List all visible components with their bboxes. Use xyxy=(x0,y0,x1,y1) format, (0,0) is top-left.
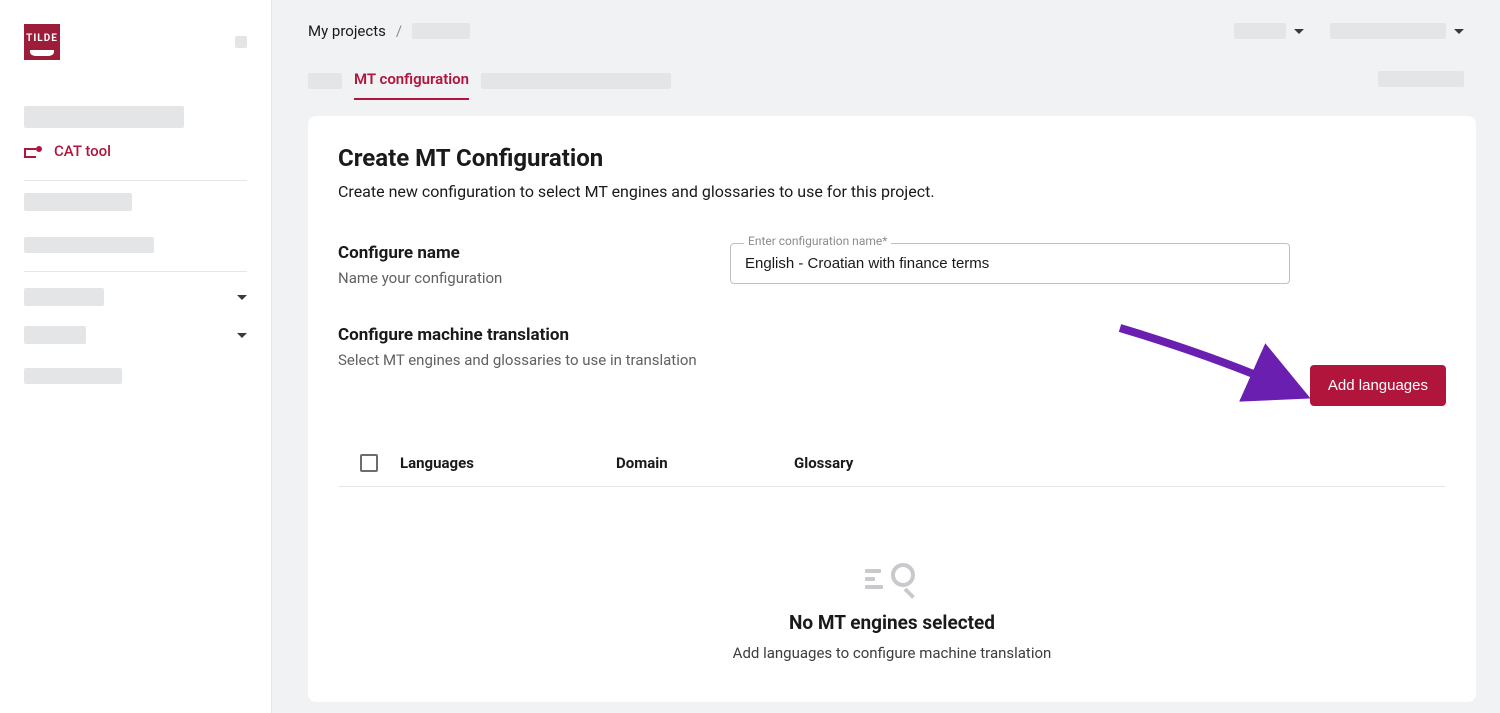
config-card: Create MT Configuration Create new confi… xyxy=(308,116,1476,702)
config-name-input[interactable] xyxy=(730,243,1290,284)
tabs: MT configuration xyxy=(272,40,1500,100)
configure-name-help: Name your configuration xyxy=(338,269,698,287)
sidebar-placeholder xyxy=(24,368,122,384)
main: My projects / MT configuration Create MT… xyxy=(272,0,1500,713)
th-glossary: Glossary xyxy=(794,454,1442,472)
tab-action-placeholder[interactable] xyxy=(1378,71,1464,87)
tab-placeholder[interactable] xyxy=(308,73,342,89)
th-domain: Domain xyxy=(616,454,794,472)
top-dropdown-1[interactable] xyxy=(1234,23,1304,39)
chevron-down-icon xyxy=(1294,29,1304,34)
sidebar-divider xyxy=(24,180,247,181)
breadcrumb-current-placeholder xyxy=(412,23,470,39)
mt-table-header: Languages Domain Glossary xyxy=(338,454,1446,487)
sidebar: TILDE CAT tool xyxy=(0,0,272,713)
sidebar-placeholder xyxy=(24,193,132,211)
chevron-down-icon xyxy=(1454,29,1464,34)
app-logo: TILDE xyxy=(24,24,60,60)
empty-search-icon xyxy=(865,563,919,601)
top-dropdown-2[interactable] xyxy=(1330,23,1464,39)
breadcrumb-root[interactable]: My projects xyxy=(308,22,386,40)
cat-tool-icon xyxy=(24,144,42,158)
dropdown-placeholder xyxy=(1330,23,1446,39)
sidebar-item-label: CAT tool xyxy=(54,142,111,160)
chevron-down-icon xyxy=(237,295,247,300)
sidebar-placeholder xyxy=(24,326,86,344)
configure-name-heading: Configure name xyxy=(338,243,698,263)
sidebar-placeholder xyxy=(24,288,104,306)
tab-label: MT configuration xyxy=(354,70,469,88)
config-name-label: Enter configuration name* xyxy=(744,234,891,248)
breadcrumb: My projects / xyxy=(308,22,470,40)
card-subtitle: Create new configuration to select MT en… xyxy=(338,182,1446,201)
configure-mt-help: Select MT engines and glossaries to use … xyxy=(338,351,697,369)
card-title: Create MT Configuration xyxy=(338,144,1446,172)
empty-subtitle: Add languages to configure machine trans… xyxy=(733,644,1052,662)
select-all-checkbox[interactable] xyxy=(360,454,378,472)
sidebar-expandable-1[interactable] xyxy=(0,278,271,316)
th-languages: Languages xyxy=(400,454,616,472)
add-languages-button[interactable]: Add languages xyxy=(1310,365,1446,406)
sidebar-item-cat-tool[interactable]: CAT tool xyxy=(0,128,271,174)
tab-mt-configuration[interactable]: MT configuration xyxy=(354,62,469,100)
topbar: My projects / xyxy=(272,0,1500,40)
sidebar-expandable-2[interactable] xyxy=(0,316,271,354)
sidebar-divider xyxy=(24,271,247,272)
configure-mt-heading: Configure machine translation xyxy=(338,325,697,345)
sidebar-collapse-toggle[interactable] xyxy=(235,36,247,48)
breadcrumb-sep: / xyxy=(396,22,402,40)
sidebar-placeholder xyxy=(24,106,184,128)
sidebar-placeholder xyxy=(24,237,154,253)
dropdown-placeholder xyxy=(1234,23,1286,39)
tab-placeholder[interactable] xyxy=(481,73,671,89)
empty-title: No MT engines selected xyxy=(789,611,995,634)
empty-state: No MT engines selected Add languages to … xyxy=(338,563,1446,662)
chevron-down-icon xyxy=(237,333,247,338)
